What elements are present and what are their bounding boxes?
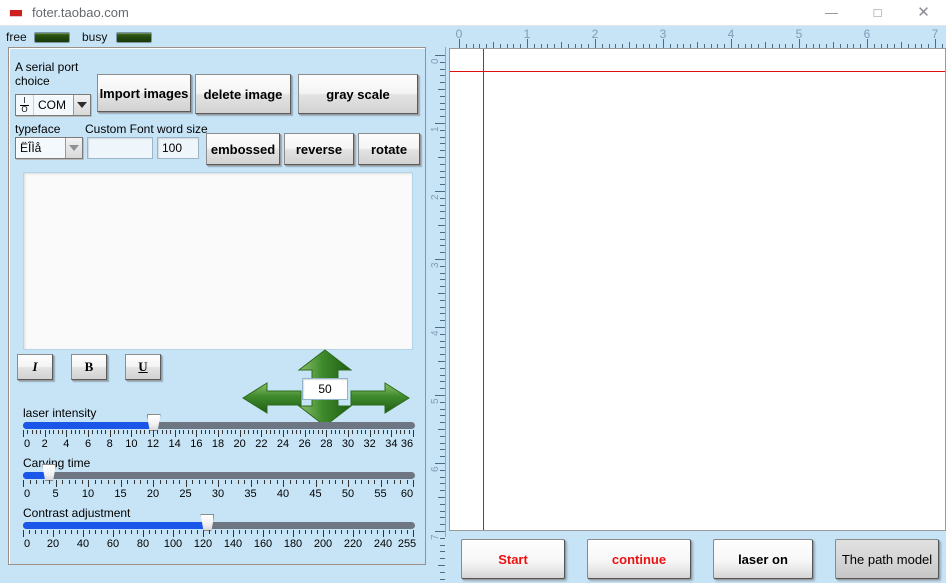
- status-row: free busy: [0, 26, 440, 48]
- typeface-label: typeface: [15, 122, 61, 136]
- underline-button[interactable]: U: [125, 354, 161, 380]
- minimize-button[interactable]: —: [809, 0, 854, 26]
- window-title: foter.taobao.com: [32, 5, 129, 20]
- gray-scale-button[interactable]: gray scale: [298, 74, 418, 114]
- continue-button[interactable]: continue: [587, 539, 691, 579]
- carving-time-slider-group: Carving time 0 5 10 15 20 25 30 35 40 45 50 55 60: [23, 456, 415, 502]
- io-icon: IO: [16, 95, 34, 115]
- carving-time-ticks: [23, 480, 415, 488]
- free-indicator: [34, 32, 70, 43]
- start-button[interactable]: Start: [461, 539, 565, 579]
- close-button[interactable]: ✕: [901, 0, 946, 26]
- vertical-guide-line[interactable]: [483, 49, 484, 530]
- typeface-value: ËÎÌå: [20, 141, 42, 155]
- embossed-button[interactable]: embossed: [206, 133, 280, 165]
- minimize-icon: —: [825, 5, 838, 20]
- laser-intensity-tick-labels: 0 2 4 6 8 10 12 14 16 18 20 22 24 26 28 30 32 34 36: [23, 438, 414, 450]
- vertical-ruler: 01234567: [429, 47, 446, 580]
- control-panel: A serial port choice IO COM Import image…: [8, 47, 426, 565]
- carving-time-track[interactable]: [23, 464, 415, 481]
- chevron-down-icon[interactable]: [65, 138, 82, 158]
- contrast-adjustment-ticks: [23, 530, 415, 538]
- laser-on-button[interactable]: laser on: [713, 539, 813, 579]
- contrast-adjustment-fill: [23, 522, 208, 529]
- laser-intensity-label: laser intensity: [23, 406, 97, 420]
- delete-image-button[interactable]: delete image: [195, 74, 291, 114]
- horizontal-ruler: 01234567: [449, 27, 946, 48]
- image-preview[interactable]: [23, 172, 413, 350]
- contrast-adjustment-track[interactable]: [23, 514, 415, 531]
- horizontal-guide-line[interactable]: [450, 71, 945, 72]
- import-images-button[interactable]: Import images: [97, 74, 191, 112]
- contrast-adjustment-slider-group: Contrast adjustment 0 20 40 60 80 100 120 140 16…: [23, 506, 417, 552]
- serial-port-select[interactable]: IO COM: [15, 94, 91, 116]
- maximize-icon: □: [873, 5, 882, 20]
- path-model-button[interactable]: The path model: [835, 539, 939, 579]
- laser-intensity-slider-group: laser intensity 0 2 4 6 8 10 12 14 16 18 20 22 24 26 2…: [23, 406, 415, 452]
- word-size-input[interactable]: 100: [157, 137, 199, 159]
- close-icon: ✕: [917, 4, 930, 21]
- rotate-button[interactable]: rotate: [358, 133, 420, 165]
- maximize-button[interactable]: □: [855, 0, 900, 26]
- typeface-select[interactable]: ËÎÌå: [15, 137, 83, 159]
- design-canvas[interactable]: [449, 48, 946, 531]
- laser-intensity-fill: [23, 422, 154, 429]
- laser-intensity-track[interactable]: [23, 414, 415, 431]
- contrast-adjustment-tick-labels: 0 20 40 60 80 100 120 140 160 180 200 220 240 255: [23, 538, 417, 550]
- carving-time-label: Carving time: [23, 456, 91, 470]
- bold-button[interactable]: B: [71, 354, 107, 380]
- app-icon: ■■: [6, 4, 24, 22]
- chevron-down-icon[interactable]: [73, 95, 90, 115]
- custom-font-word-size-label: Custom Font word size: [85, 122, 208, 136]
- busy-label: busy: [82, 30, 108, 44]
- serial-port-value: COM: [38, 98, 66, 112]
- laser-intensity-ticks: [23, 430, 415, 438]
- free-label: free: [6, 30, 27, 44]
- nudge-step-input[interactable]: 50: [302, 378, 348, 400]
- contrast-adjustment-label: Contrast adjustment: [23, 506, 131, 520]
- busy-indicator: [116, 32, 152, 43]
- title-bar: ■■ foter.taobao.com — □ ✕: [0, 0, 946, 26]
- application-window: ■■ foter.taobao.com — □ ✕ free busy A se…: [0, 0, 946, 583]
- italic-button[interactable]: I: [17, 354, 53, 380]
- action-bar: Start continue laser on The path model: [449, 534, 946, 583]
- custom-font-input[interactable]: [87, 137, 153, 159]
- reverse-button[interactable]: reverse: [284, 133, 354, 165]
- carving-time-tick-labels: 0 5 10 15 20 25 30 35 40 45 50 55 60: [23, 488, 414, 500]
